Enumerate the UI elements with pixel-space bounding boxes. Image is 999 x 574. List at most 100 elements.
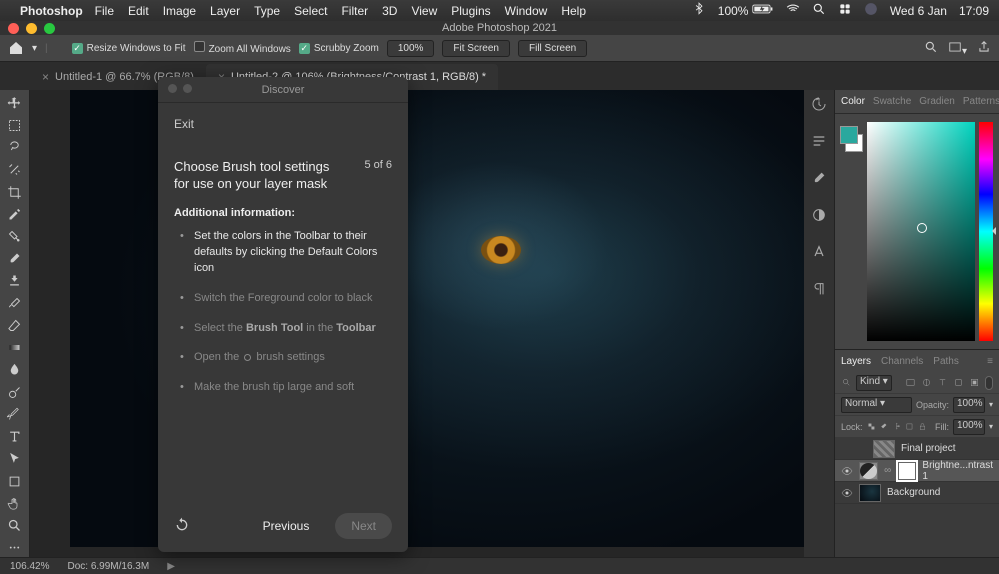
paragraph-panel-icon[interactable] bbox=[811, 281, 827, 300]
lock-artboard-icon[interactable] bbox=[905, 421, 914, 432]
layer-brightness-contrast[interactable]: ∞ Brightne...ntrast 1 bbox=[835, 460, 999, 482]
tab-gradients[interactable]: Gradien bbox=[919, 96, 955, 107]
menu-help[interactable]: Help bbox=[561, 4, 586, 18]
visibility-toggle[interactable] bbox=[841, 465, 853, 477]
tab-color[interactable]: Color bbox=[841, 96, 865, 107]
menu-type[interactable]: Type bbox=[254, 4, 280, 18]
layer-mask-thumbnail[interactable] bbox=[898, 462, 917, 480]
zoom-window-button[interactable] bbox=[44, 23, 55, 34]
filter-adjustment-icon[interactable] bbox=[921, 377, 932, 388]
status-menu-arrow[interactable]: ▶ bbox=[167, 561, 175, 572]
menu-3d[interactable]: 3D bbox=[382, 4, 397, 18]
clone-stamp-tool[interactable] bbox=[4, 272, 26, 290]
blend-mode-select[interactable]: Normal ▾ bbox=[841, 397, 912, 413]
previous-button[interactable]: Previous bbox=[247, 513, 326, 539]
share-icon[interactable] bbox=[977, 40, 991, 57]
hue-slider-handle[interactable] bbox=[988, 227, 996, 235]
wifi-icon[interactable] bbox=[786, 2, 800, 19]
minimize-window-button[interactable] bbox=[26, 23, 37, 34]
layer-thumbnail[interactable] bbox=[873, 440, 895, 458]
layer-name[interactable]: Brightne...ntrast 1 bbox=[922, 460, 993, 482]
magic-wand-tool[interactable] bbox=[4, 161, 26, 179]
next-button[interactable]: Next bbox=[335, 513, 392, 539]
opacity-input[interactable]: 100% bbox=[953, 397, 985, 413]
menu-image[interactable]: Image bbox=[163, 4, 196, 18]
lasso-tool[interactable] bbox=[4, 138, 26, 156]
bluetooth-icon[interactable] bbox=[692, 2, 706, 19]
spotlight-icon[interactable] bbox=[812, 2, 826, 19]
layer-name[interactable]: Final project bbox=[901, 443, 955, 454]
eraser-tool[interactable] bbox=[4, 316, 26, 334]
hue-slider[interactable] bbox=[979, 122, 993, 341]
foreground-background-swatches[interactable] bbox=[834, 126, 864, 152]
foreground-color[interactable] bbox=[840, 126, 858, 144]
healing-brush-tool[interactable] bbox=[4, 227, 26, 245]
layer-background[interactable]: Background bbox=[835, 482, 999, 504]
zoom-tool-icon[interactable]: ▾ bbox=[32, 43, 37, 54]
filter-pixel-icon[interactable] bbox=[905, 377, 916, 388]
resize-windows-checkbox[interactable]: Resize Windows to Fit bbox=[72, 43, 186, 54]
color-field[interactable] bbox=[867, 122, 975, 341]
user-icon[interactable] bbox=[864, 2, 878, 19]
history-brush-tool[interactable] bbox=[4, 294, 26, 312]
menubar-date[interactable]: Wed 6 Jan bbox=[890, 4, 947, 18]
dodge-tool[interactable] bbox=[4, 383, 26, 401]
menu-plugins[interactable]: Plugins bbox=[451, 4, 490, 18]
layer-filter-kind[interactable]: Kind ▾ bbox=[856, 375, 892, 391]
tab-swatches[interactable]: Swatche bbox=[873, 96, 911, 107]
canvas-area[interactable] bbox=[30, 90, 804, 557]
menubar-time[interactable]: 17:09 bbox=[959, 4, 989, 18]
search-icon[interactable] bbox=[924, 40, 938, 57]
filter-type-icon[interactable] bbox=[937, 377, 948, 388]
fill-screen-button[interactable]: Fill Screen bbox=[518, 40, 587, 57]
gradient-tool[interactable] bbox=[4, 339, 26, 357]
close-window-button[interactable] bbox=[8, 23, 19, 34]
hand-tool[interactable] bbox=[4, 494, 26, 512]
tab-paths[interactable]: Paths bbox=[933, 356, 959, 367]
menu-window[interactable]: Window bbox=[505, 4, 548, 18]
color-picker-cursor[interactable] bbox=[917, 223, 927, 233]
blur-tool[interactable] bbox=[4, 361, 26, 379]
zoom-tool[interactable] bbox=[4, 516, 26, 534]
adjustment-thumbnail[interactable] bbox=[859, 462, 878, 480]
fit-screen-button[interactable]: Fit Screen bbox=[442, 40, 510, 57]
battery-status[interactable]: 100% bbox=[718, 3, 774, 18]
lock-transparency-icon[interactable] bbox=[867, 421, 876, 432]
status-zoom[interactable]: 106.42% bbox=[10, 561, 49, 572]
panel-menu-icon[interactable]: ≡ bbox=[987, 356, 993, 367]
menu-select[interactable]: Select bbox=[294, 4, 327, 18]
status-doc[interactable]: Doc: 6.99M/16.3M bbox=[67, 561, 149, 572]
menu-file[interactable]: File bbox=[95, 4, 114, 18]
marquee-tool[interactable] bbox=[4, 116, 26, 134]
lock-position-icon[interactable] bbox=[892, 421, 901, 432]
tab-layers[interactable]: Layers bbox=[841, 356, 871, 367]
pen-tool[interactable] bbox=[4, 405, 26, 423]
edit-toolbar-button[interactable] bbox=[4, 539, 26, 557]
menu-view[interactable]: View bbox=[411, 4, 437, 18]
adjustments-panel-icon[interactable] bbox=[811, 207, 827, 226]
exit-tutorial-button[interactable]: Exit bbox=[174, 117, 194, 131]
menu-filter[interactable]: Filter bbox=[341, 4, 368, 18]
zoom-100-button[interactable]: 100% bbox=[387, 40, 435, 57]
eyedropper-tool[interactable] bbox=[4, 205, 26, 223]
character-panel-icon[interactable] bbox=[811, 244, 827, 263]
home-button[interactable] bbox=[8, 40, 24, 56]
control-center-icon[interactable] bbox=[838, 2, 852, 19]
layer-final-project[interactable]: Final project bbox=[835, 438, 999, 460]
layer-name[interactable]: Background bbox=[887, 487, 940, 498]
menu-edit[interactable]: Edit bbox=[128, 4, 149, 18]
zoom-all-windows-checkbox[interactable]: Zoom All Windows bbox=[194, 41, 291, 55]
move-tool[interactable] bbox=[4, 94, 26, 112]
fill-input[interactable]: 100% bbox=[953, 419, 985, 435]
filter-shape-icon[interactable] bbox=[953, 377, 964, 388]
menu-layer[interactable]: Layer bbox=[210, 4, 240, 18]
type-tool[interactable] bbox=[4, 428, 26, 446]
filter-toggle[interactable] bbox=[985, 376, 993, 390]
visibility-toggle[interactable] bbox=[841, 487, 853, 499]
shape-tool[interactable] bbox=[4, 472, 26, 490]
lock-pixels-icon[interactable] bbox=[879, 421, 888, 432]
crop-tool[interactable] bbox=[4, 183, 26, 201]
workspace-switcher-icon[interactable]: ▾ bbox=[948, 40, 967, 57]
lock-all-icon[interactable] bbox=[918, 421, 927, 432]
brush-tool[interactable] bbox=[4, 250, 26, 268]
